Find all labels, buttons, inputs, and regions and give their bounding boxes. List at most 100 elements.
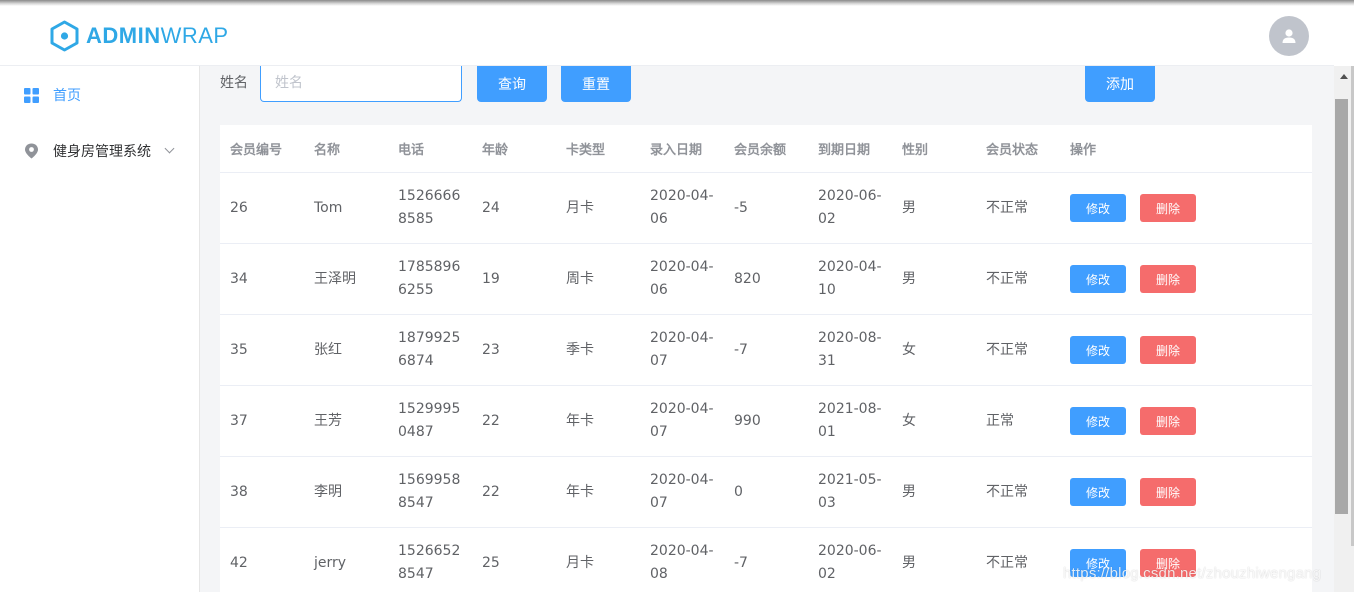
user-icon xyxy=(1282,29,1296,43)
edit-button[interactable]: 修改 xyxy=(1070,265,1126,293)
cell-gender: 男 xyxy=(902,483,916,500)
cell-phone: 15266528547 xyxy=(398,543,461,582)
vertical-scrollbar[interactable] xyxy=(1334,66,1354,592)
column-header-name[interactable]: 名称 xyxy=(304,139,388,158)
cell-expire-date: 2020-06-02 xyxy=(818,543,882,582)
column-header-gender[interactable]: 性别 xyxy=(892,139,976,158)
table-row[interactable]: 34 王泽明 17858966255 19 周卡 2020-04-06 820 2020-04… xyxy=(220,244,1312,315)
cell-card-type: 年卡 xyxy=(566,483,594,500)
cell-age: 25 xyxy=(482,554,500,571)
add-button[interactable]: 添加 xyxy=(1085,66,1155,102)
table-row[interactable]: 42 jerry 15266528547 25 月卡 2020-04-08 -7 2020-0… xyxy=(220,528,1312,592)
location-pin-icon xyxy=(25,143,38,159)
table-row[interactable]: 37 王芳 15299950487 22 年卡 2020-04-07 990 2021-08-… xyxy=(220,386,1312,457)
delete-button[interactable]: 删除 xyxy=(1140,478,1196,506)
edit-button[interactable]: 修改 xyxy=(1070,336,1126,364)
table-row[interactable]: 35 张红 18799256874 23 季卡 2020-04-07 -7 2020-08-3… xyxy=(220,315,1312,386)
cell-gender: 女 xyxy=(902,341,916,358)
table-body: 26 Tom 15266668585 24 月卡 2020-04-06 -5 2020-06-… xyxy=(220,173,1312,592)
query-button[interactable]: 查询 xyxy=(477,66,547,102)
edit-button[interactable]: 修改 xyxy=(1070,407,1126,435)
cell-actions: 修改 删除 xyxy=(1060,194,1312,222)
cell-age: 22 xyxy=(482,483,500,500)
column-header-age[interactable]: 年龄 xyxy=(472,139,556,158)
cell-phone: 15699588547 xyxy=(398,472,461,511)
column-header-balance[interactable]: 会员余额 xyxy=(724,139,808,158)
column-header-entry-date[interactable]: 录入日期 xyxy=(640,139,724,158)
reset-button[interactable]: 重置 xyxy=(561,66,631,102)
cell-entry-date: 2020-04-08 xyxy=(650,543,714,582)
members-table: 会员编号 名称 电话 年龄 卡类型 录入日期 会员余额 到期日期 性别 会员状态… xyxy=(220,125,1312,592)
cell-entry-date: 2020-04-07 xyxy=(650,472,714,511)
edit-button[interactable]: 修改 xyxy=(1070,478,1126,506)
cell-age: 23 xyxy=(482,341,500,358)
cell-card-type: 月卡 xyxy=(566,199,594,216)
cell-actions: 修改 删除 xyxy=(1060,265,1312,293)
cell-balance: -7 xyxy=(734,341,748,358)
cell-status: 不正常 xyxy=(986,483,1028,500)
column-header-phone[interactable]: 电话 xyxy=(388,139,472,158)
sidebar-item-gym-system[interactable]: 健身房管理系统 xyxy=(0,123,199,179)
cell-expire-date: 2020-06-02 xyxy=(818,188,882,227)
column-header-status[interactable]: 会员状态 xyxy=(976,139,1060,158)
cell-gender: 男 xyxy=(902,554,916,571)
main-content: 姓名 查询 重置 添加 会员编号 名称 电话 年龄 卡类型 录入日期 会员余额 … xyxy=(200,66,1334,592)
cell-member-id: 42 xyxy=(230,554,248,571)
cell-age: 19 xyxy=(482,270,500,287)
top-header: ADMINWRAP xyxy=(0,6,1334,66)
edit-button[interactable]: 修改 xyxy=(1070,194,1126,222)
hexagon-logo-icon xyxy=(50,20,79,52)
column-header-member-id[interactable]: 会员编号 xyxy=(220,139,304,158)
cell-status: 不正常 xyxy=(986,554,1028,571)
cell-entry-date: 2020-04-06 xyxy=(650,188,714,227)
delete-button[interactable]: 删除 xyxy=(1140,194,1196,222)
app-logo[interactable]: ADMINWRAP xyxy=(50,20,229,52)
table-row[interactable]: 38 李明 15699588547 22 年卡 2020-04-07 0 2021-05-03… xyxy=(220,457,1312,528)
cell-expire-date: 2020-04-10 xyxy=(818,259,882,298)
cell-card-type: 年卡 xyxy=(566,412,594,429)
delete-button[interactable]: 删除 xyxy=(1140,407,1196,435)
cell-status: 不正常 xyxy=(986,270,1028,287)
sidebar-item-home[interactable]: 首页 xyxy=(0,67,199,123)
cell-name: jerry xyxy=(314,554,347,571)
cell-name: 张红 xyxy=(314,341,342,358)
grid-icon xyxy=(24,87,39,103)
cell-gender: 男 xyxy=(902,199,916,216)
cell-balance: -5 xyxy=(734,199,748,216)
cell-gender: 女 xyxy=(902,412,916,429)
cell-status: 不正常 xyxy=(986,199,1028,216)
cell-phone: 15266668585 xyxy=(398,188,461,227)
chevron-down-icon[interactable] xyxy=(164,143,175,154)
cell-member-id: 35 xyxy=(230,341,248,358)
cell-member-id: 37 xyxy=(230,412,248,429)
cell-card-type: 季卡 xyxy=(566,341,594,358)
name-search-input[interactable] xyxy=(260,66,462,102)
cell-balance: 990 xyxy=(734,412,761,429)
table-header: 会员编号 名称 电话 年龄 卡类型 录入日期 会员余额 到期日期 性别 会员状态… xyxy=(220,125,1312,173)
cell-phone: 18799256874 xyxy=(398,330,461,369)
column-header-card-type[interactable]: 卡类型 xyxy=(556,139,640,158)
cell-status: 正常 xyxy=(986,412,1014,429)
column-header-expire-date[interactable]: 到期日期 xyxy=(808,139,892,158)
scrollbar-thumb[interactable] xyxy=(1335,99,1348,514)
table-row[interactable]: 26 Tom 15266668585 24 月卡 2020-04-06 -5 2020-06-… xyxy=(220,173,1312,244)
cell-expire-date: 2021-05-03 xyxy=(818,472,882,511)
sidebar-item-label: 首页 xyxy=(53,88,81,104)
cell-name: Tom xyxy=(314,199,343,216)
user-avatar[interactable] xyxy=(1269,16,1309,56)
cell-phone: 17858966255 xyxy=(398,259,461,298)
delete-button[interactable]: 删除 xyxy=(1140,265,1196,293)
cell-phone: 15299950487 xyxy=(398,401,461,440)
cell-entry-date: 2020-04-07 xyxy=(650,401,714,440)
cell-age: 24 xyxy=(482,199,500,216)
watermark-text: https://blog.csdn.net/zhouzhiwengang xyxy=(1063,565,1322,582)
cell-entry-date: 2020-04-06 xyxy=(650,259,714,298)
logo-text: ADMINWRAP xyxy=(86,23,229,48)
scroll-up-arrow-icon[interactable] xyxy=(1340,74,1348,79)
cell-balance: 0 xyxy=(734,483,743,500)
delete-button[interactable]: 删除 xyxy=(1140,336,1196,364)
cell-card-type: 月卡 xyxy=(566,554,594,571)
cell-member-id: 34 xyxy=(230,270,248,287)
cell-actions: 修改 删除 xyxy=(1060,407,1312,435)
name-search-label: 姓名 xyxy=(220,75,248,91)
